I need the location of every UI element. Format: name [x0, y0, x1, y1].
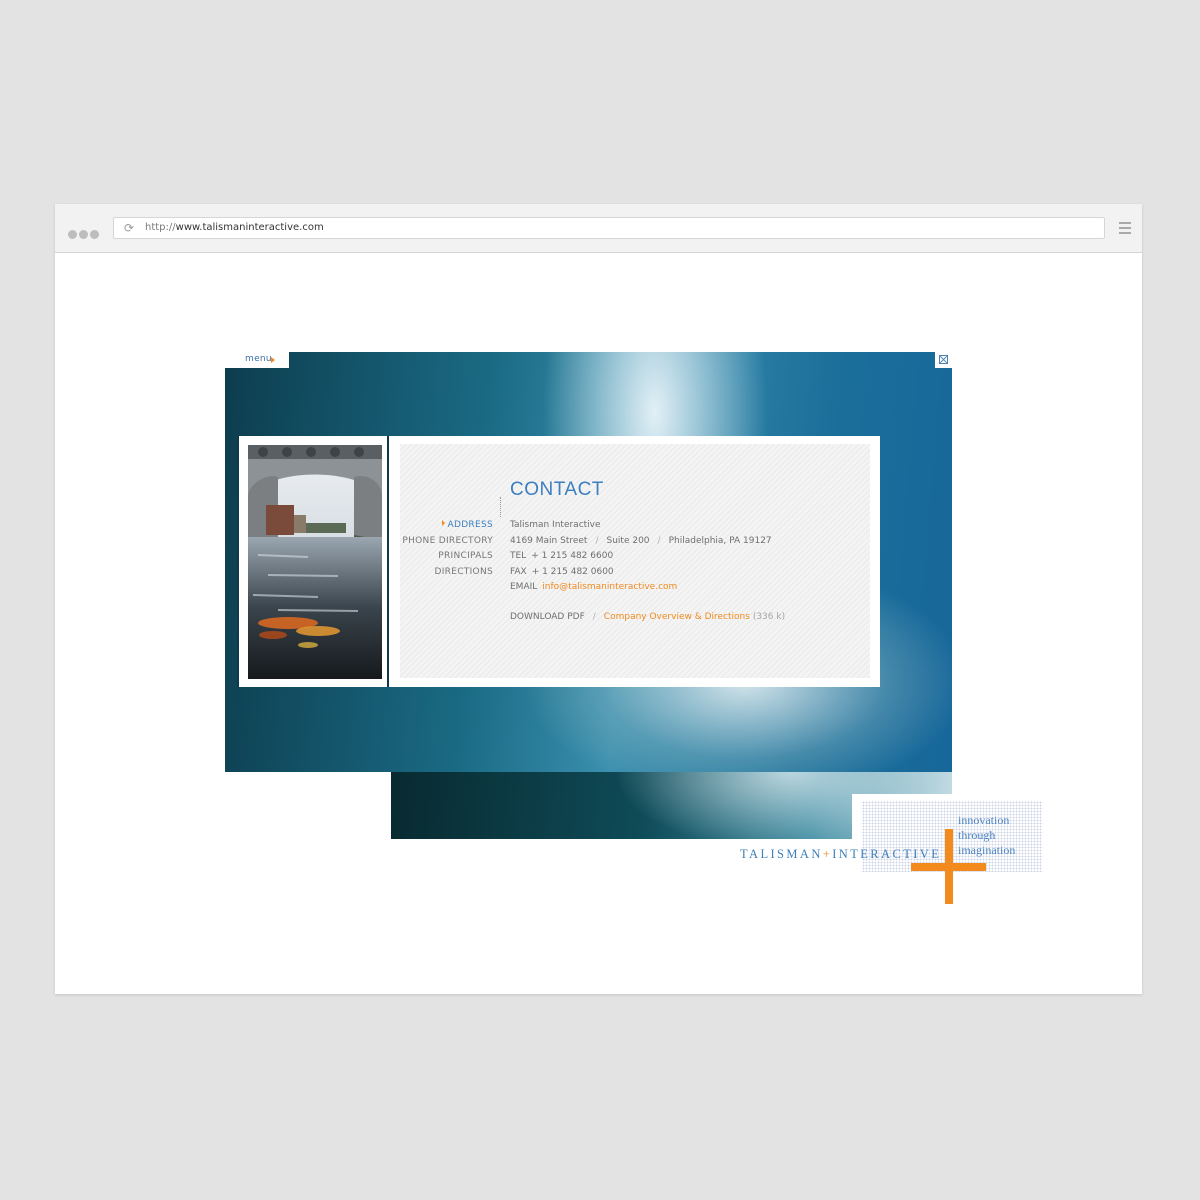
plus-logo-icon-bar: [911, 863, 986, 871]
close-button[interactable]: [935, 352, 952, 368]
subnav-item-directions[interactable]: DIRECTIONS: [402, 565, 493, 581]
menu-arrow-icon: [271, 357, 275, 363]
menu-button[interactable]: menu: [225, 352, 289, 368]
page-viewport: menu CONTACT ADDRESS PHONE DIRECTORY PRI…: [55, 253, 1142, 994]
hamburger-menu-icon[interactable]: [1119, 222, 1131, 234]
content-band: CONTACT ADDRESS PHONE DIRECTORY PRINCIPA…: [237, 436, 880, 687]
window-dot[interactable]: [68, 230, 77, 239]
close-icon: [939, 355, 948, 364]
subnav-item-phone-directory[interactable]: PHONE DIRECTORY: [402, 534, 493, 550]
subnav-label: ADDRESS: [447, 520, 493, 530]
email-link[interactable]: info@talismaninteractive.com: [542, 582, 677, 592]
address-details: Talisman Interactive 4169 Main Street / Su…: [510, 518, 785, 625]
download-size: (336 k): [752, 611, 786, 622]
tel-value: + 1 215 482 6600: [531, 551, 614, 561]
subnav-item-address[interactable]: ADDRESS: [402, 518, 493, 534]
subnav-item-principals[interactable]: PRINCIPALS: [402, 549, 493, 565]
subnav-label: PHONE DIRECTORY: [402, 535, 493, 546]
tel-label: TEL: [510, 551, 527, 561]
tagline-line: imagination: [958, 843, 1016, 857]
street: 4169 Main Street: [510, 535, 588, 546]
window-controls[interactable]: [68, 224, 101, 243]
company-logo[interactable]: TALISMAN+INTERACTIVE: [740, 847, 941, 862]
separator: /: [657, 535, 661, 546]
email-label: EMAIL: [510, 582, 538, 592]
fax-value: + 1 215 482 0600: [531, 566, 614, 577]
tagline-line: innovation: [958, 813, 1010, 827]
logo-word: TALISMAN: [740, 847, 823, 861]
browser-window: ⟳ http://www.talismaninteractive.com men…: [55, 204, 1142, 994]
page-title: CONTACT: [510, 479, 604, 500]
window-dot[interactable]: [79, 230, 88, 239]
company-name: Talisman Interactive: [510, 520, 601, 530]
reload-icon[interactable]: ⟳: [124, 220, 134, 236]
city: Philadelphia, PA 19127: [668, 535, 772, 546]
fax-line: FAX + 1 215 482 0600: [510, 565, 785, 581]
download-label: DOWNLOAD PDF: [510, 611, 585, 622]
url-scheme: http://: [145, 222, 176, 233]
browser-toolbar: ⟳ http://www.talismaninteractive.com: [55, 204, 1142, 253]
dotted-divider: [500, 497, 501, 517]
photo-frame: [237, 436, 389, 687]
download-pdf-link[interactable]: Company Overview & Directions: [604, 612, 750, 622]
logo-plus: +: [822, 847, 833, 861]
download-line: DOWNLOAD PDF / Company Overview & Directio…: [510, 610, 785, 626]
logo-word: INTERACTIVE: [832, 847, 942, 861]
contact-subnav: ADDRESS PHONE DIRECTORY PRINCIPALS DIREC…: [402, 518, 493, 580]
email-line: EMAIL info@talismaninteractive.com: [510, 580, 785, 596]
subnav-label: DIRECTIONS: [434, 566, 493, 577]
active-arrow-icon: [441, 520, 445, 526]
subnav-label: PRINCIPALS: [438, 551, 493, 561]
tagline: innovation through imagination: [958, 813, 1015, 858]
separator: /: [595, 535, 599, 546]
bridge-photo: [248, 445, 382, 679]
contact-panel: CONTACT ADDRESS PHONE DIRECTORY PRINCIPA…: [400, 444, 870, 678]
tagline-line: through: [958, 828, 996, 842]
separator: /: [592, 611, 596, 622]
url-text[interactable]: http://www.talismaninteractive.com: [145, 221, 324, 235]
tel-line: TEL + 1 215 482 6600: [510, 549, 785, 565]
url-host: www.talismaninteractive.com: [175, 222, 324, 233]
window-dot[interactable]: [90, 230, 99, 239]
menu-label: menu: [245, 354, 272, 364]
street-line: 4169 Main Street / Suite 200 / Philadelphia,…: [510, 534, 785, 550]
fax-label: FAX: [510, 566, 527, 577]
suite: Suite 200: [606, 535, 650, 546]
address-bar[interactable]: ⟳ http://www.talismaninteractive.com: [113, 217, 1105, 239]
